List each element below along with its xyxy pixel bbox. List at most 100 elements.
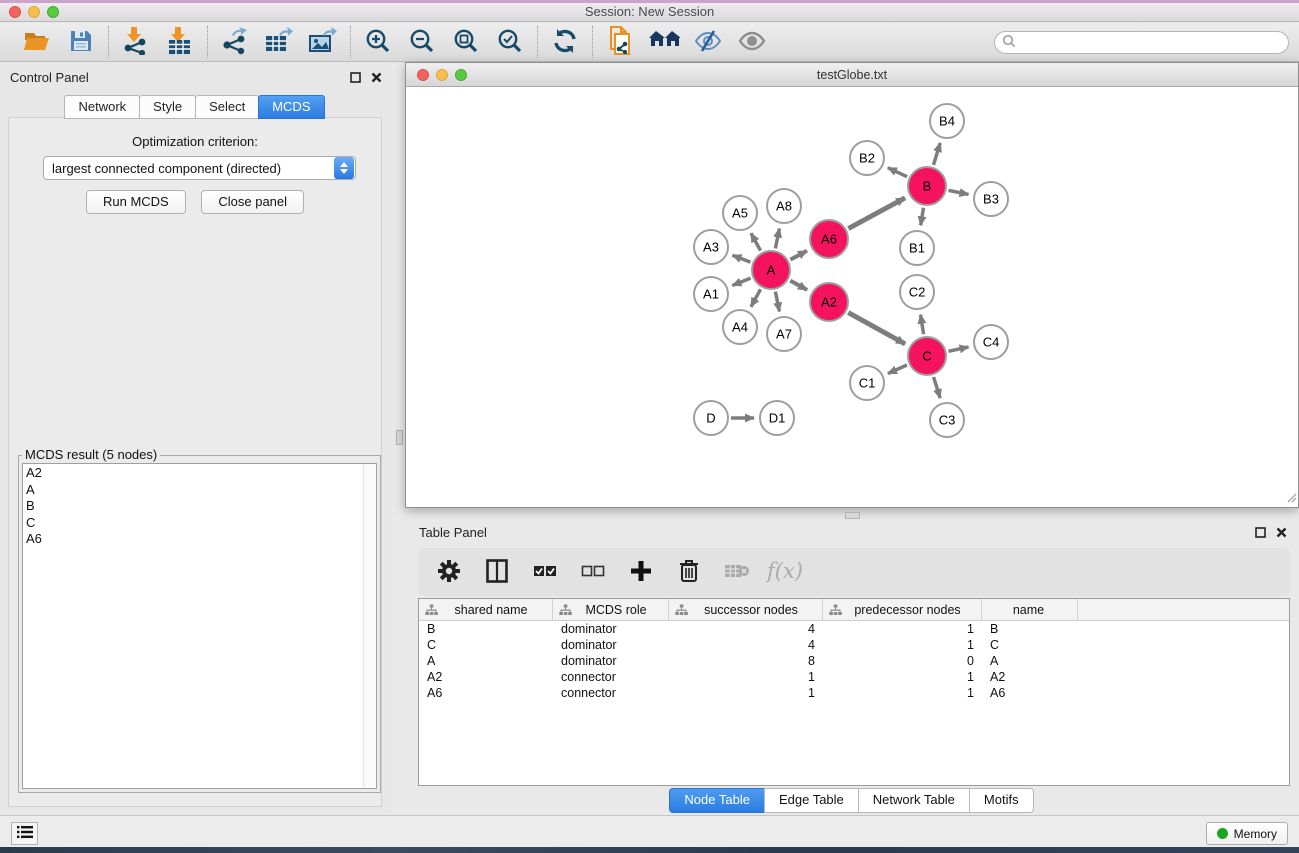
node-A6[interactable]: A6 — [810, 220, 848, 258]
float-panel-icon[interactable] — [350, 71, 361, 86]
node-B1[interactable]: B1 — [900, 231, 934, 265]
node-A[interactable]: A — [752, 251, 790, 289]
function-builder-button[interactable]: f(x) — [772, 559, 798, 585]
zoom-in-button[interactable] — [363, 27, 393, 57]
table-cell[interactable]: dominator — [553, 622, 669, 636]
table-settings-button[interactable] — [436, 559, 462, 585]
control-tab-select[interactable]: Select — [195, 95, 259, 119]
node-D1[interactable]: D1 — [760, 401, 794, 435]
column-header-predecessor-nodes[interactable]: predecessor nodes — [823, 599, 982, 620]
edge-B-B4[interactable] — [933, 143, 940, 165]
node-A2[interactable]: A2 — [810, 283, 848, 321]
mcds-result-item[interactable]: C — [26, 515, 363, 532]
node-C3[interactable]: C3 — [930, 403, 964, 437]
zoom-selected-button[interactable] — [495, 27, 525, 57]
table-cell[interactable]: 1 — [669, 686, 823, 700]
node-D[interactable]: D — [694, 401, 728, 435]
table-cell[interactable]: C — [982, 638, 1078, 652]
table-cell[interactable]: dominator — [553, 654, 669, 668]
select-all-button[interactable] — [532, 559, 558, 585]
window-resize-grip[interactable] — [1285, 491, 1297, 506]
control-tab-mcds[interactable]: MCDS — [258, 95, 324, 119]
table-cell[interactable]: C — [419, 638, 553, 652]
edge-A-A1[interactable] — [732, 278, 750, 285]
edge-B-B1[interactable] — [921, 208, 924, 226]
column-header-MCDS-role[interactable]: MCDS role — [553, 599, 669, 620]
table-row[interactable]: Cdominator41C — [419, 637, 1289, 653]
column-header-name[interactable]: name — [982, 599, 1078, 620]
table-cell[interactable]: 1 — [823, 686, 982, 700]
node-A4[interactable]: A4 — [723, 310, 757, 344]
table-cell[interactable]: 0 — [823, 654, 982, 668]
export-table-button[interactable] — [264, 27, 294, 57]
node-B2[interactable]: B2 — [850, 141, 884, 175]
table-cell[interactable]: dominator — [553, 638, 669, 652]
table-cell[interactable]: B — [419, 622, 553, 636]
save-session-button[interactable] — [66, 27, 96, 57]
export-image-button[interactable] — [308, 27, 338, 57]
edge-B-B3[interactable] — [949, 190, 969, 194]
node-A8[interactable]: A8 — [767, 189, 801, 223]
vertical-split-handle[interactable] — [396, 430, 403, 445]
edge-A-A4[interactable] — [751, 289, 761, 306]
import-network-button[interactable] — [121, 27, 151, 57]
run-mcds-button[interactable]: Run MCDS — [86, 190, 186, 214]
edge-A-A7[interactable] — [775, 292, 779, 312]
table-cell[interactable]: A2 — [982, 670, 1078, 684]
show-graphics-details-button[interactable] — [737, 27, 767, 57]
node-C4[interactable]: C4 — [974, 325, 1008, 359]
node-A5[interactable]: A5 — [723, 196, 757, 230]
search-input[interactable] — [1020, 34, 1288, 52]
network-from-document-button[interactable] — [605, 27, 635, 57]
table-cell[interactable]: 1 — [823, 622, 982, 636]
edge-A-A6[interactable] — [790, 251, 807, 260]
node-C[interactable]: C — [908, 337, 946, 375]
close-panel-button[interactable]: Close panel — [201, 190, 304, 214]
delete-table-button[interactable] — [724, 559, 750, 585]
open-session-button[interactable] — [22, 27, 52, 57]
edge-B-B2[interactable] — [888, 168, 907, 177]
float-panel-icon[interactable] — [1255, 526, 1266, 541]
table-cell[interactable]: A6 — [982, 686, 1078, 700]
mcds-result-item[interactable]: A2 — [26, 465, 363, 482]
column-header-successor-nodes[interactable]: successor nodes — [669, 599, 823, 620]
deselect-all-button[interactable] — [580, 559, 606, 585]
horizontal-split-handle[interactable] — [845, 512, 860, 519]
table-cell[interactable]: connector — [553, 686, 669, 700]
node-A3[interactable]: A3 — [694, 230, 728, 264]
criterion-dropdown[interactable]: largest connected component (directed) — [43, 156, 356, 180]
network-window-title-bar[interactable]: testGlobe.txt — [406, 63, 1298, 87]
import-table-button[interactable] — [165, 27, 195, 57]
edge-A-A5[interactable] — [751, 233, 761, 250]
refresh-button[interactable] — [550, 27, 580, 57]
task-history-button[interactable] — [11, 822, 38, 845]
edge-A-A8[interactable] — [775, 229, 779, 249]
control-tab-style[interactable]: Style — [139, 95, 196, 119]
edge-C-C3[interactable] — [934, 377, 941, 398]
table-tab-edge-table[interactable]: Edge Table — [764, 788, 859, 813]
node-A7[interactable]: A7 — [767, 317, 801, 351]
edge-A2-C[interactable] — [848, 313, 905, 344]
edge-A-A2[interactable] — [790, 281, 807, 290]
network-graph[interactable]: B4B2BB3A5A8A6B1A3AC2A1A2A4A7C4CC1C3DD1 — [406, 88, 1298, 508]
close-panel-icon[interactable] — [371, 71, 382, 86]
show-column-button[interactable] — [484, 559, 510, 585]
home-button[interactable] — [649, 27, 679, 57]
table-cell[interactable]: 1 — [823, 638, 982, 652]
zoom-fit-button[interactable] — [451, 27, 481, 57]
memory-button[interactable]: Memory — [1206, 822, 1288, 845]
table-cell[interactable]: A6 — [419, 686, 553, 700]
table-cell[interactable]: 4 — [669, 638, 823, 652]
mcds-result-list[interactable]: A2ABCA6 — [22, 463, 377, 789]
table-tab-motifs[interactable]: Motifs — [969, 788, 1034, 813]
hide-graphics-details-button[interactable] — [693, 27, 723, 57]
add-row-button[interactable] — [628, 559, 654, 585]
network-canvas[interactable]: B4B2BB3A5A8A6B1A3AC2A1A2A4A7C4CC1C3DD1 — [406, 88, 1298, 507]
zoom-out-button[interactable] — [407, 27, 437, 57]
table-cell[interactable]: A2 — [419, 670, 553, 684]
table-cell[interactable]: 1 — [823, 670, 982, 684]
mcds-result-item[interactable]: A — [26, 482, 363, 499]
node-C2[interactable]: C2 — [900, 275, 934, 309]
edge-C-C2[interactable] — [921, 315, 924, 335]
table-cell[interactable]: B — [982, 622, 1078, 636]
